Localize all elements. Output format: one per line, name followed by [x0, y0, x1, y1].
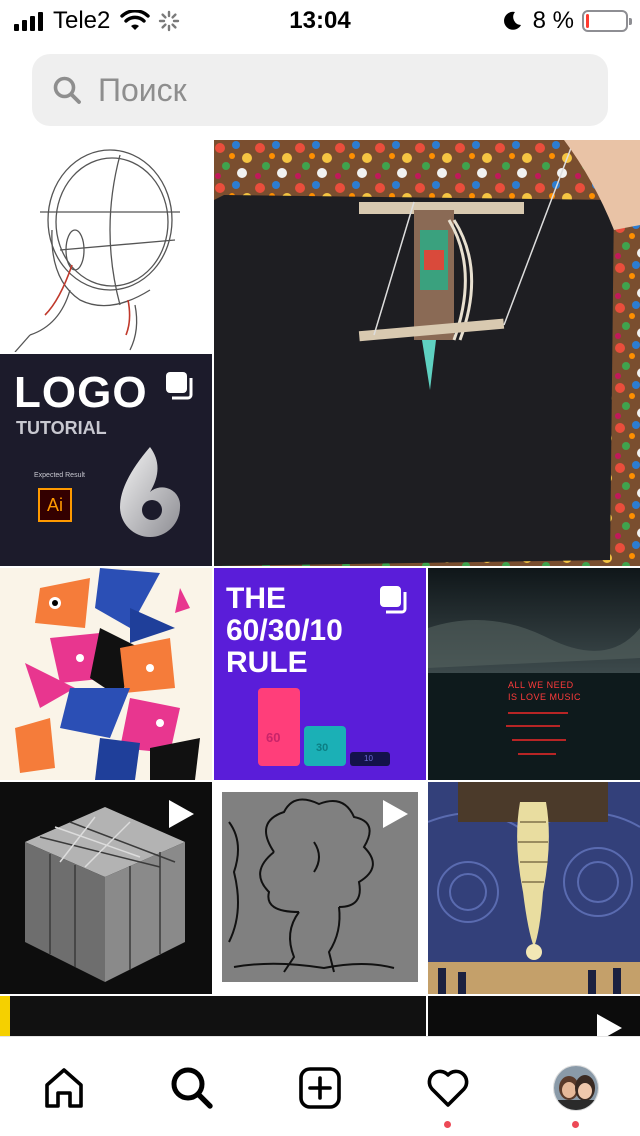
rule-title-line1: THE [226, 582, 286, 615]
explore-tile-partial-video[interactable] [428, 996, 640, 1036]
logo-tutorial-subtitle: TUTORIAL [16, 418, 107, 438]
explore-tile-603010-rule[interactable]: THE 60/30/10 RULE 60 30 10 [214, 568, 426, 780]
status-right: 8 % [501, 7, 632, 34]
video-play-icon [597, 1014, 622, 1036]
fish-illustration-image [15, 568, 200, 780]
battery-icon [582, 10, 632, 32]
carousel-icon [380, 586, 407, 614]
rule-bar-10-label: 10 [364, 754, 373, 763]
rule-bar-60-label: 60 [266, 730, 281, 745]
explore-tile-neon-sea[interactable]: ALL WE NEED IS LOVE MUSIC [428, 568, 640, 780]
explore-tile-logo-tutorial[interactable]: LOGO TUTORIAL Expected Result Ai [0, 354, 212, 566]
search-input[interactable] [98, 71, 578, 109]
explore-tile-wrapped-cube[interactable] [0, 782, 212, 994]
logo-tutorial-caption: Expected Result [34, 472, 85, 479]
neon-sea-image [428, 568, 640, 780]
yellow-accent-stripe [0, 996, 10, 1036]
activity-notification-dot [444, 1121, 451, 1128]
home-icon [45, 1068, 83, 1108]
rule-bar-10: 10 [350, 752, 390, 766]
explore-tile-partial-dark[interactable] [0, 996, 426, 1036]
logo-tutorial-title: LOGO [14, 368, 148, 417]
head-sketch-image [14, 149, 180, 352]
explore-grid: LOGO TUTORIAL Expected Result Ai THE 60/… [0, 140, 640, 1036]
neon-sign-line1: ALL WE NEED [508, 680, 574, 690]
heart-icon [427, 1069, 469, 1107]
carousel-icon [166, 372, 193, 400]
battery-percent: 8 % [532, 7, 574, 34]
explore-tile-fish-illustration[interactable] [0, 568, 212, 780]
rule-bar-30-label: 30 [316, 742, 329, 754]
tab-activity[interactable] [423, 1063, 473, 1113]
search-icon [171, 1067, 213, 1109]
do-not-disturb-moon-icon [503, 11, 521, 30]
avatar-photo [554, 1066, 598, 1110]
video-play-icon [169, 800, 194, 828]
neon-sign-line2: IS LOVE MUSIC [508, 692, 582, 702]
explore-tile-painting-machine[interactable] [214, 140, 640, 566]
video-play-icon [383, 800, 408, 828]
rule-title-line2: 60/30/10 [226, 614, 343, 647]
status-bar: Tele2 13:04 8 % [0, 0, 640, 42]
tab-new-post[interactable] [295, 1063, 345, 1113]
explore-tile-smoke-sketch[interactable] [214, 782, 426, 994]
fantasy-art-image [428, 782, 640, 994]
tab-profile[interactable] [551, 1063, 601, 1113]
add-post-icon [299, 1067, 341, 1109]
search-bar[interactable] [32, 54, 608, 126]
profile-avatar [553, 1065, 599, 1111]
rule-bar-60: 60 [258, 688, 300, 766]
explore-tile-head-sketch[interactable] [0, 140, 212, 352]
tab-explore[interactable] [167, 1063, 217, 1113]
painting-machine-image [214, 140, 640, 566]
bottom-tab-bar [0, 1036, 640, 1136]
rule-title-line3: RULE [226, 646, 308, 679]
logo-result-shape [120, 447, 181, 537]
search-icon [53, 76, 81, 104]
rule-bar-30: 30 [304, 726, 346, 766]
illustrator-app-badge: Ai [38, 488, 72, 522]
explore-tile-fantasy-art[interactable] [428, 782, 640, 994]
tab-home[interactable] [39, 1063, 89, 1113]
profile-notification-dot [572, 1121, 579, 1128]
battery-level-fill [586, 14, 589, 28]
